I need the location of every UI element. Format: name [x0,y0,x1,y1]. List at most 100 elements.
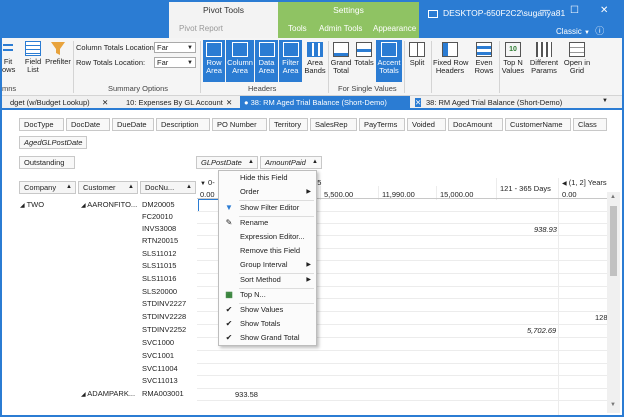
tab-tools[interactable]: Tools [288,24,307,33]
menu-item-show-totals[interactable]: ✔ Show Totals [219,317,316,331]
menu-item-rename[interactable]: ✎ Rename [219,216,316,230]
filter-field[interactable]: Description [156,118,210,131]
divider [431,41,432,93]
menu-item-show-grand-total[interactable]: ✔ Show Grand Total [219,331,316,345]
doc-tab-label: 38: RM Aged Trial Balance (Short-Demo) [250,98,387,107]
tab-overflow-icon[interactable]: ▼ [602,98,608,104]
doc-tab-active[interactable]: ● 38: RM Aged Trial Balance (Short-Demo) [240,96,410,110]
menu-item-order[interactable]: Order ▶ [219,185,316,199]
row-header-customer[interactable]: Customer ▲ [78,181,138,194]
row-totals-select[interactable]: Far ▼ [154,57,196,68]
doc-number: SVC1001 [142,351,175,360]
split-label: Split [409,58,425,67]
menu-item-group-interval[interactable]: Group Interval ▶ [219,258,316,272]
doc-tab[interactable]: dget (w/Budget Lookup) [10,98,90,107]
split-button[interactable]: Split [406,42,428,67]
filter-field[interactable]: DocAmount [448,118,503,131]
menu-label: Order [240,187,260,196]
top-n-values-button[interactable]: 10 Top N Values [501,42,525,75]
filter-field[interactable]: Territory [269,118,308,131]
active-dot-icon: ● [244,98,251,107]
vertical-scrollbar[interactable]: ▲ ▼ [607,192,620,413]
menu-item-hide-field[interactable]: Hide this Field [219,171,316,185]
doc-number: SLS11012 [142,249,177,258]
tab-pivot-report[interactable]: Pivot Report [179,24,223,33]
row-customer[interactable]: ◢ AARONFITO... [81,200,137,209]
filter-area-button[interactable]: Filter Area [279,40,302,82]
row-customer[interactable]: ◢ ADAMPARK... [81,389,135,398]
menu-item-show-filter-editor[interactable]: ▼ Show Filter Editor [219,201,316,215]
doc-tab[interactable]: 10: Expenses By GL Account [126,98,223,107]
fixed-row-headers-button[interactable]: Fixed Row Headers [433,42,468,75]
column-group-header: 121 - 365 Days [500,184,551,193]
close-icon[interactable]: ✕ [226,98,232,107]
filter-field[interactable]: Voided [407,118,446,131]
menu-item-expression-editor[interactable]: Expression Editor... [219,230,316,244]
close-icon[interactable]: ✕ [102,98,108,107]
row-company[interactable]: ◢ TWO [20,200,44,209]
open-in-grid-button[interactable]: Open in Grid [563,42,591,75]
column-field-amountpaid[interactable]: AmountPaid ▲ [260,156,322,169]
filter-field[interactable]: PO Number [212,118,267,131]
filter-field[interactable]: CustomerName [505,118,571,131]
chevron-down-icon: ▼ [187,60,193,66]
scroll-down-icon[interactable]: ▼ [610,402,616,408]
row-header-company[interactable]: Company ▲ [19,181,76,194]
row-header-docnumber[interactable]: DocNu... ▲ [140,181,196,194]
filter-field[interactable]: SalesRep [310,118,357,131]
menu-item-show-values[interactable]: ✔ Show Values [219,303,316,317]
filter-field[interactable]: AgedGLPostDate [19,136,87,149]
scroll-thumb[interactable] [610,206,617,276]
menu-item-sort-method[interactable]: Sort Method ▶ [219,273,316,287]
close-icon[interactable]: ✕ [415,98,422,107]
submenu-arrow-icon: ▶ [306,189,311,195]
filter-field[interactable]: DueDate [112,118,154,131]
split-icon [409,42,425,57]
data-area-button[interactable]: Data Area [255,40,278,82]
chevron-down-icon: ▼ [187,45,193,51]
filter-field[interactable]: PayTerms [359,118,405,131]
filter-field[interactable]: DocType [19,118,64,131]
filter-field[interactable]: DocDate [66,118,110,131]
header-label: Customer [83,183,116,192]
column-group-header[interactable]: ▼ 0- [200,178,215,187]
close-button[interactable]: ✕ [600,5,608,16]
menu-item-remove-field[interactable]: Remove this Field [219,244,316,258]
totals-button[interactable]: Totals [353,42,375,67]
grand-total-button[interactable]: Grand Total [330,42,352,75]
tab-appearance[interactable]: Appearance [373,24,416,33]
column-area-button[interactable]: Column Area [226,40,254,82]
help-icon[interactable]: ⓘ [595,26,604,36]
column-group-header[interactable]: ◀ (1, 2] Years [562,178,607,187]
theme-selector[interactable]: Classic ▼ ⓘ [556,24,604,37]
doc-number: SLS20000 [142,287,178,296]
area-bands-icon [307,42,323,57]
collapse-icon: ◢ [81,392,86,398]
column-totals-select[interactable]: Far ▼ [154,42,196,53]
settings-context: Settings Tools Admin Tools Appearance [278,2,419,38]
title-bar: Pivot Tools Pivot Report Settings Tools … [2,2,622,38]
field-list-button[interactable]: Field List [20,41,46,74]
tab-admin-tools[interactable]: Admin Tools [319,24,362,33]
different-params-button[interactable]: Different Params [529,42,559,75]
scroll-up-icon[interactable]: ▲ [610,194,616,200]
even-rows-button[interactable]: Even Rows [470,42,498,75]
totals-label: Totals [354,58,374,67]
row-divider [197,375,607,376]
application-window: Pivot Tools Pivot Report Settings Tools … [0,0,624,417]
fit-rows-button[interactable]: Fit ows [2,41,15,74]
doc-tab[interactable]: 38: RM Aged Trial Balance (Short-Demo) [426,98,562,107]
maximize-button[interactable]: ☐ [570,5,579,16]
data-field[interactable]: Outstanding [19,156,75,169]
filter-field[interactable]: Class [573,118,607,131]
row-area-button[interactable]: Row Area [203,40,225,82]
minimize-button[interactable]: — [540,5,550,16]
accent-totals-button[interactable]: Accent Totals [376,40,402,82]
prefilter-button[interactable]: Prefilter [44,41,72,66]
grand-total-label: Grand Total [330,58,352,75]
divider [499,41,500,93]
column-field-glpostdate[interactable]: GLPostDate ▲ [196,156,258,169]
area-bands-button[interactable]: Area Bands [303,42,327,75]
submenu-arrow-icon: ▶ [306,262,311,268]
menu-item-top-n[interactable]: ▦ Top N... [219,288,316,302]
